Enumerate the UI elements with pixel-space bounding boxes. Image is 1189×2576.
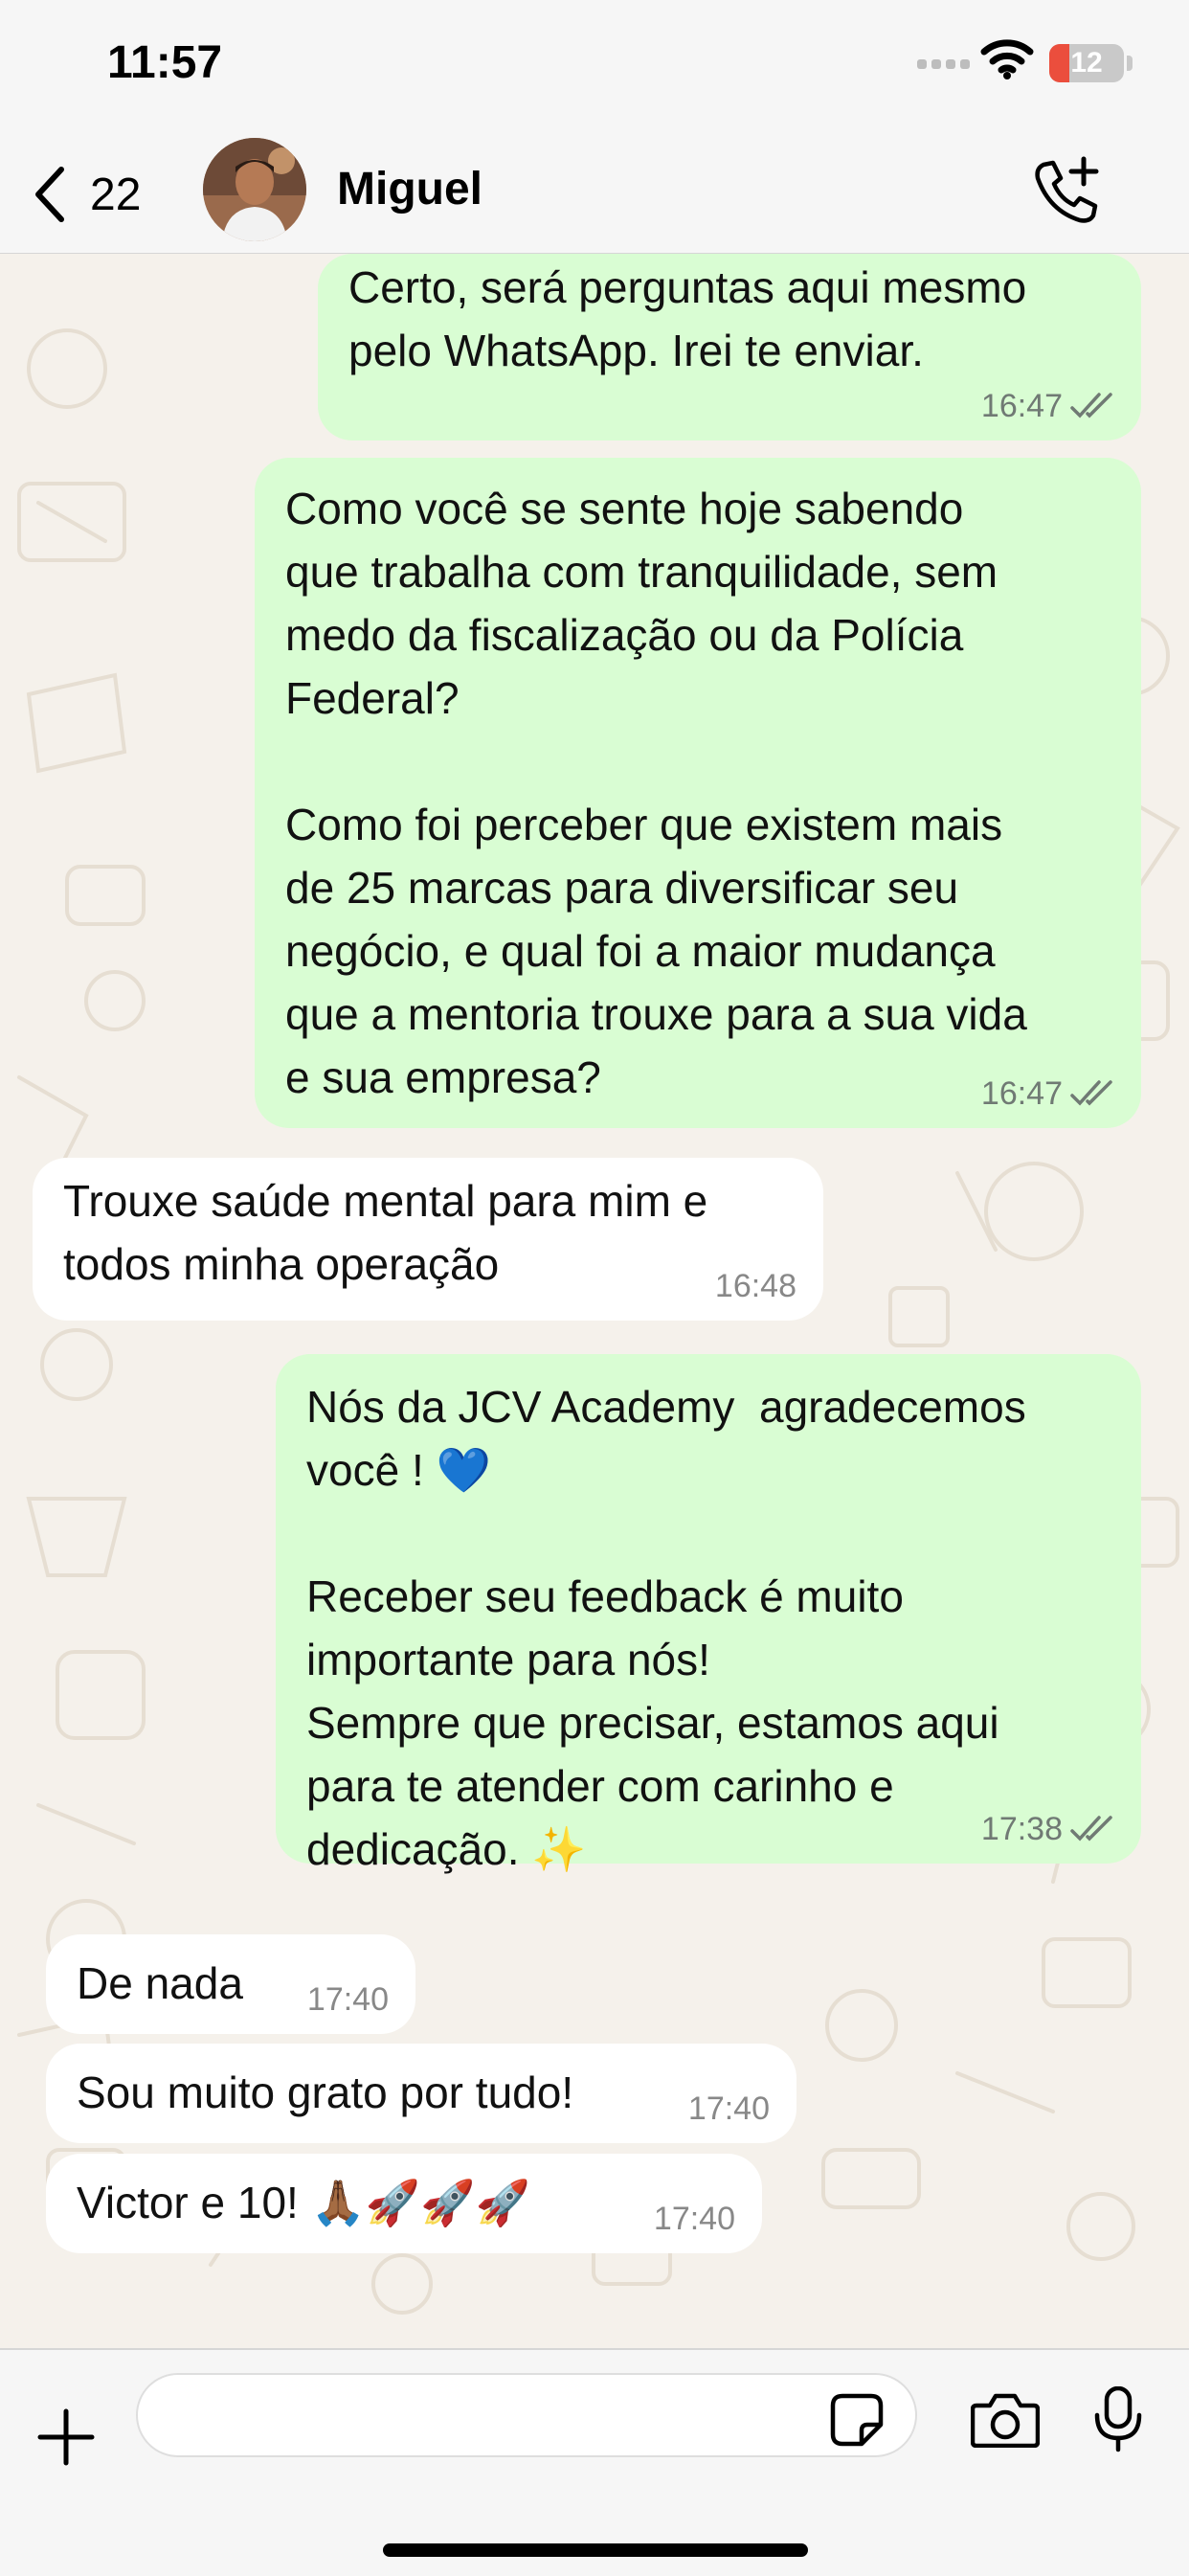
message-text: Como você se sente hoje sabendo que trab… [285, 484, 1027, 1102]
message-meta: 17:38 [981, 1810, 1114, 1848]
message-time: 17:40 [653, 2201, 735, 2237]
incoming-message-bubble[interactable]: Sou muito grato por tudo! 17:40 [46, 2044, 796, 2143]
status-bar: 11:57 12 [0, 0, 1189, 134]
incoming-message-bubble[interactable]: Trouxe saúde mental para mim e todos min… [33, 1158, 823, 1321]
microphone-icon[interactable] [1091, 2386, 1145, 2453]
message-text: Certo, será perguntas aqui mesmo pelo Wh… [348, 262, 1027, 375]
chevron-left-icon [35, 167, 64, 222]
double-check-icon [1070, 393, 1112, 418]
sticker-icon[interactable] [829, 2392, 885, 2448]
message-time: 16:48 [714, 1268, 796, 1304]
message-time: 17:40 [687, 2090, 770, 2127]
message-text: Sou muito grato por tudo! [77, 2068, 574, 2117]
message-meta: 16:47 [981, 387, 1114, 425]
message-time: 17:40 [306, 1981, 389, 2018]
contact-name[interactable]: Miguel [337, 161, 482, 218]
battery-level: 12 [1070, 47, 1103, 79]
message-time: 16:47 [980, 1075, 1063, 1112]
phone-plus-icon[interactable] [1030, 155, 1103, 228]
message-meta: 17:40 [307, 1980, 389, 2019]
message-text: Nós da JCV Academy agradecemos você ! 💙 … [306, 1382, 1026, 1874]
outgoing-message-bubble[interactable]: Como você se sente hoje sabendo que trab… [255, 458, 1141, 1128]
chat-area[interactable]: Certo, será perguntas aqui mesmo pelo Wh… [0, 254, 1189, 2348]
home-indicator [383, 2543, 808, 2557]
message-time: 17:38 [980, 1811, 1063, 1847]
message-meta: 17:40 [688, 2090, 770, 2128]
back-button[interactable]: 22 [33, 161, 141, 228]
double-check-icon [1070, 1816, 1112, 1842]
cellular-signal-icon [917, 59, 970, 69]
double-check-icon [1070, 1080, 1112, 1106]
composer-bar [0, 2348, 1189, 2576]
message-text: Victor e 10! 🙏🏾🚀🚀🚀 [77, 2178, 530, 2227]
battery-cap [1127, 56, 1133, 71]
wifi-icon [980, 39, 1034, 79]
unread-count: 22 [90, 169, 142, 220]
avatar[interactable] [203, 138, 306, 241]
chat-header: 22 Miguel [0, 134, 1189, 255]
incoming-message-bubble[interactable]: De nada 17:40 [46, 1934, 415, 2034]
outgoing-message-bubble[interactable]: Certo, será perguntas aqui mesmo pelo Wh… [318, 254, 1141, 441]
message-meta: 17:40 [654, 2200, 735, 2238]
battery-icon: 12 [1049, 44, 1124, 82]
incoming-message-bubble[interactable]: Victor e 10! 🙏🏾🚀🚀🚀 17:40 [46, 2154, 762, 2253]
outgoing-message-bubble[interactable]: Nós da JCV Academy agradecemos você ! 💙 … [276, 1354, 1141, 1874]
avatar-photo [203, 138, 306, 241]
message-input[interactable] [136, 2373, 917, 2457]
message-text: Trouxe saúde mental para mim e todos min… [63, 1176, 708, 1289]
message-meta: 16:47 [981, 1074, 1114, 1113]
plus-icon[interactable] [36, 2407, 96, 2467]
message-time: 16:47 [980, 388, 1063, 424]
message-meta: 16:48 [715, 1267, 796, 1305]
camera-icon[interactable] [971, 2392, 1040, 2448]
status-time: 11:57 [107, 37, 223, 88]
